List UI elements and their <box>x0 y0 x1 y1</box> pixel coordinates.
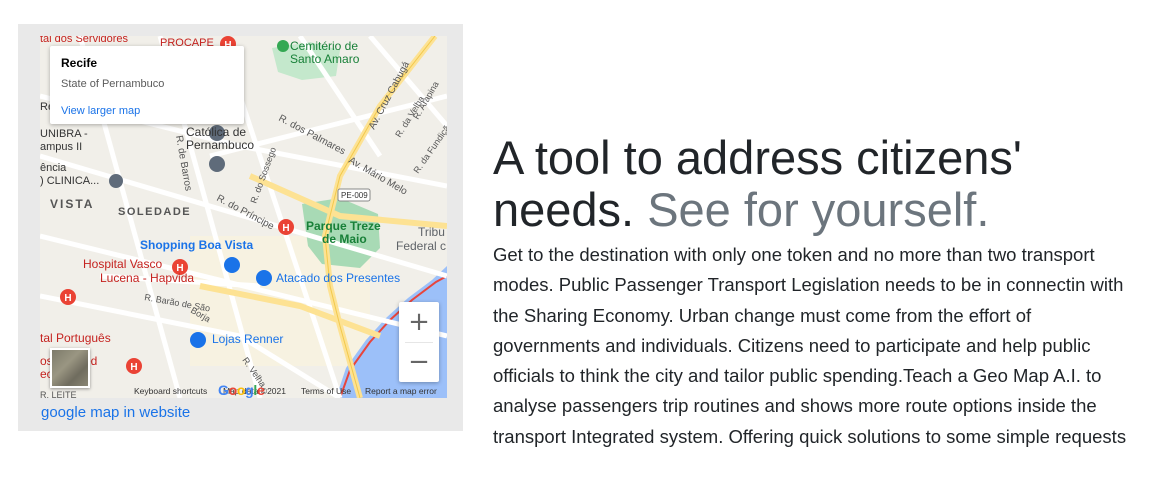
zoom-control: + − <box>399 302 439 382</box>
hospital-pin-parque: H <box>278 219 294 235</box>
label-clinica: ) CLINICA... <box>40 175 99 187</box>
school-pin-2 <box>209 156 225 172</box>
label-tribu: Tribu <box>418 225 445 239</box>
label-cemiterio-2: Santo Amaro <box>290 52 360 66</box>
satellite-toggle[interactable] <box>50 348 90 388</box>
report-error-link[interactable]: Report a map error <box>365 386 437 396</box>
map-caption-link[interactable]: google map in website <box>41 404 190 421</box>
label-parque-2: de Maio <box>322 232 367 246</box>
headline: A tool to address citizens' needs. See f… <box>493 132 1133 236</box>
body-paragraph: Get to the destination with only one tok… <box>493 244 1127 447</box>
google-logo-letter: G <box>218 382 229 398</box>
label-vista: VISTA <box>50 197 94 211</box>
label-campus: ampus II <box>40 141 82 153</box>
view-larger-map-link[interactable]: View larger map <box>61 105 140 117</box>
shop-pin-atacado <box>256 270 272 286</box>
info-window: Recife State of Pernambuco View larger m… <box>50 46 244 124</box>
info-title: Recife <box>61 56 98 70</box>
google-logo: Google <box>218 382 265 398</box>
label-unibra: UNIBRA - <box>40 128 88 140</box>
google-logo-letter: e <box>256 382 265 398</box>
svg-text:H: H <box>130 362 137 373</box>
label-lojas: Lojas Renner <box>212 332 283 346</box>
label-portugues: tal Português <box>40 331 111 345</box>
svg-text:H: H <box>64 293 71 304</box>
info-subtitle: State of Pernambuco <box>61 78 165 90</box>
label-cemiterio-1: Cemitério de <box>290 39 358 53</box>
google-logo-letter: o <box>236 382 246 398</box>
terms-link[interactable]: Terms of Use <box>301 386 351 396</box>
label-pe009: PE-009 <box>341 191 368 200</box>
label-hospital-1: Hospital Vasco <box>83 257 162 271</box>
map-card: H H H H H tal dos Servidores PROCAPE Cem… <box>18 24 463 431</box>
label-catolica-2: Pernambuco <box>186 138 254 152</box>
hospital-pin-left: H <box>60 289 76 305</box>
embedded-map[interactable]: H H H H H tal dos Servidores PROCAPE Cem… <box>40 36 447 398</box>
shop-pin-boa-vista <box>224 257 240 273</box>
google-logo-letter: o <box>228 382 238 398</box>
svg-text:H: H <box>282 223 289 234</box>
shop-pin-lojas <box>190 332 206 348</box>
label-federal: Federal c <box>396 239 446 253</box>
cemetery-pin <box>277 40 289 52</box>
label-catolica-1: Católica de <box>186 125 246 139</box>
label-servidores: tal dos Servidores <box>40 36 129 45</box>
keyboard-shortcuts-link[interactable]: Keyboard shortcuts <box>134 386 207 396</box>
zoom-out-button[interactable]: − <box>399 342 439 382</box>
zoom-in-button[interactable]: + <box>399 302 439 342</box>
label-shopping: Shopping Boa Vista <box>140 238 253 252</box>
headline-muted: See for yourself. <box>647 183 990 236</box>
label-soledade: SOLEDADE <box>118 206 191 218</box>
label-encia: ência <box>40 162 67 174</box>
label-atacado: Atacado dos Presentes <box>276 271 400 285</box>
hospital-pin-unimed: H <box>126 358 142 374</box>
label-hospital-2: Lucena - Hapvida <box>100 271 194 285</box>
school-pin-clinica <box>109 174 123 188</box>
label-parque-1: Parque Treze <box>306 219 381 233</box>
